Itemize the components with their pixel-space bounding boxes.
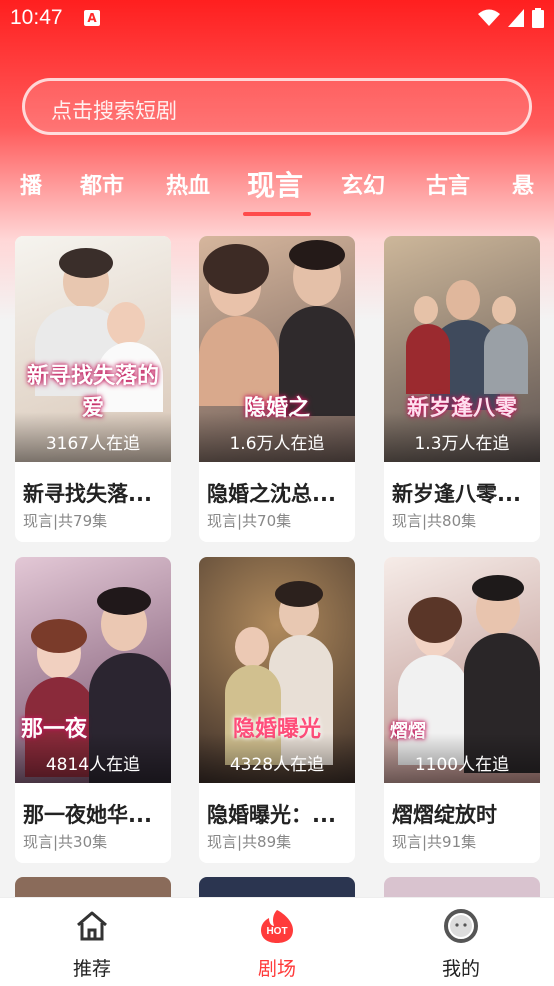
follower-count: 1.3万人在追 — [414, 434, 510, 454]
drama-title: 熠熠绽放时 — [392, 803, 497, 827]
hot-icon: HOT — [261, 910, 293, 943]
drama-card[interactable]: 隐婚之 1.6万人在追 隐婚之沈总... 现言|共70集 — [199, 236, 355, 542]
bottom-navigation: 推荐 HOT 剧场 我的 — [0, 897, 554, 986]
signal-icon — [508, 9, 524, 27]
drama-poster: 新寻找失落的爱 3167人在追 — [15, 236, 171, 462]
battery-icon — [532, 8, 544, 28]
wifi-icon — [478, 9, 500, 26]
drama-title: 隐婚之沈总... — [207, 482, 336, 506]
tab-xuan[interactable]: 悬 — [512, 168, 534, 200]
drama-meta: 现言|共30集 — [23, 833, 108, 851]
status-time: 10:47 — [10, 6, 63, 29]
nav-recommend[interactable]: 推荐 — [37, 898, 147, 986]
status-icons — [478, 8, 544, 28]
drama-meta: 现言|共91集 — [392, 833, 477, 851]
profile-icon — [444, 909, 478, 943]
drama-poster: 熠熠 1100人在追 — [384, 557, 540, 783]
home-icon — [77, 911, 107, 941]
drama-title: 新岁逢八零... — [392, 482, 521, 506]
nav-theater[interactable]: HOT 剧场 — [222, 898, 332, 986]
category-tabs: 播 都市 热血 现言 玄幻 古言 悬 — [0, 160, 554, 220]
drama-meta: 现言|共89集 — [207, 833, 292, 851]
drama-title: 隐婚曝光：... — [207, 803, 336, 827]
follower-count: 4328人在追 — [229, 755, 325, 775]
follower-count: 3167人在追 — [45, 434, 141, 454]
nav-mine[interactable]: 我的 — [406, 898, 516, 986]
drama-poster: 那一夜 4814人在追 — [15, 557, 171, 783]
drama-card[interactable]: 熠熠 1100人在追 熠熠绽放时 现言|共91集 — [384, 557, 540, 863]
tab-xuanhuan[interactable]: 玄幻 — [341, 168, 385, 200]
follower-count: 1.6万人在追 — [229, 434, 325, 454]
drama-card[interactable]: 那一夜 4814人在追 那一夜她华... 现言|共30集 — [15, 557, 171, 863]
search-placeholder: 点击搜索短剧 — [51, 99, 177, 123]
drama-card[interactable]: 新岁逢八零 1.3万人在追 新岁逢八零... 现言|共80集 — [384, 236, 540, 542]
nav-label: 剧场 — [257, 958, 296, 980]
drama-meta: 现言|共80集 — [392, 512, 477, 530]
drama-meta: 现言|共79集 — [23, 512, 108, 530]
drama-title: 新寻找失落... — [23, 482, 152, 506]
tab-dushi[interactable]: 都市 — [80, 168, 124, 200]
notification-icon: A — [84, 10, 100, 26]
drama-meta: 现言|共70集 — [207, 512, 292, 530]
tab-bo[interactable]: 播 — [20, 168, 42, 200]
tab-rexue[interactable]: 热血 — [166, 168, 210, 200]
tab-xianyan[interactable]: 现言 — [247, 164, 303, 204]
hot-badge-text: HOT — [266, 926, 287, 937]
drama-poster: 隐婚之 1.6万人在追 — [199, 236, 355, 462]
nav-label: 我的 — [441, 958, 480, 980]
drama-poster: 隐婚曝光 4328人在追 — [199, 557, 355, 783]
search-input[interactable]: 点击搜索短剧 — [22, 78, 532, 135]
drama-poster: 新岁逢八零 1.3万人在追 — [384, 236, 540, 462]
follower-count: 1100人在追 — [414, 755, 510, 775]
follower-count: 4814人在追 — [45, 755, 141, 775]
drama-title: 那一夜她华... — [23, 803, 152, 827]
nav-label: 推荐 — [72, 958, 111, 980]
drama-card[interactable]: 隐婚曝光 4328人在追 隐婚曝光：... 现言|共89集 — [199, 557, 355, 863]
tab-guyan[interactable]: 古言 — [426, 168, 470, 200]
drama-card[interactable]: 新寻找失落的爱 3167人在追 新寻找失落... 现言|共79集 — [15, 236, 171, 542]
status-bar: 10:47 A — [0, 0, 554, 38]
active-tab-indicator — [243, 212, 311, 216]
